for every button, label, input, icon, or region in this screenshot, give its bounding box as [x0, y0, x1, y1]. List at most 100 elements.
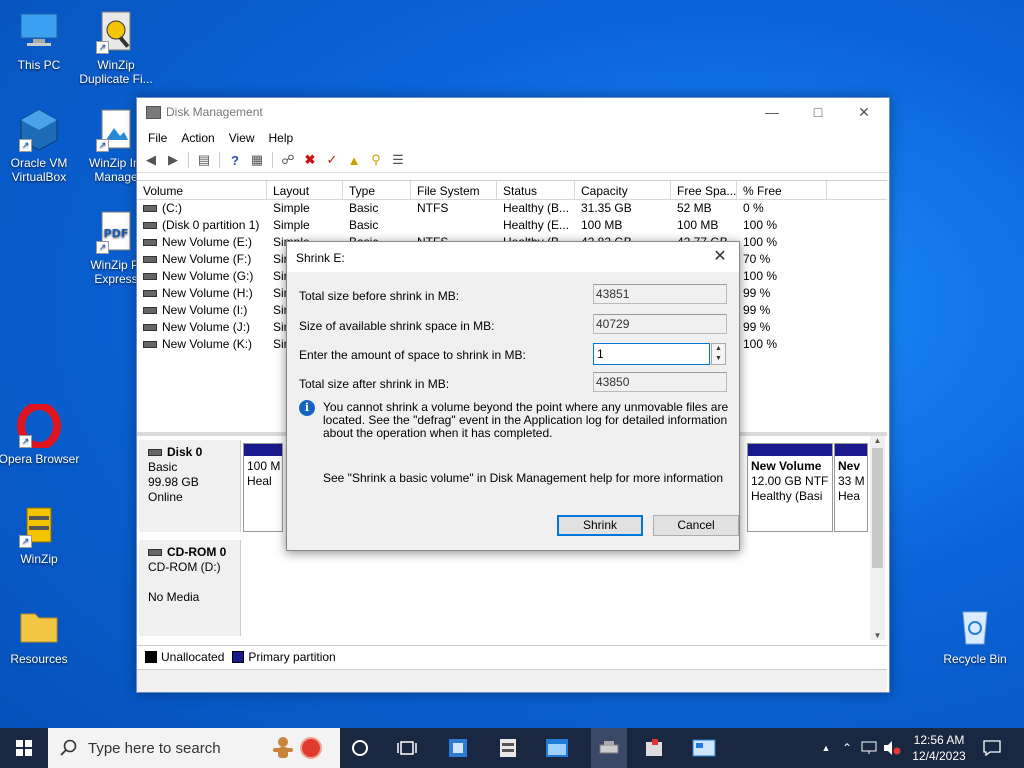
taskbar-clock[interactable]: 12:56 AM 12/4/2023	[906, 732, 972, 764]
menu-action[interactable]: Action	[174, 126, 221, 148]
cdrom-label[interactable]: CD-ROM 0 CD-ROM (D:) No Media	[139, 540, 241, 636]
desktop-icon-label: WinZip	[20, 552, 58, 566]
cell-layout: Simple	[273, 218, 310, 232]
menu-help[interactable]: Help	[262, 126, 301, 148]
table-row[interactable]: (C:) Simple Basic NTFS Healthy (B... 31.35 GB…	[137, 200, 887, 217]
task-view-icon[interactable]	[395, 736, 419, 760]
maximize-button[interactable]: □	[795, 98, 841, 126]
app-icon-2[interactable]	[496, 736, 520, 760]
dialog-close-button[interactable]: ✕	[709, 247, 731, 267]
forward-arrow-icon[interactable]: ▶	[163, 151, 183, 169]
search-folder-icon[interactable]: ⚲	[366, 151, 386, 169]
disk-management-taskbar-icon[interactable]	[591, 728, 627, 768]
shortcut-arrow-icon: ↗	[96, 41, 109, 54]
shrink-dialog: Shrink E: ✕ Total size before shrink in …	[286, 241, 740, 551]
notifications-icon[interactable]	[980, 736, 1004, 760]
task-view-circle-icon[interactable]	[348, 736, 372, 760]
column-percent-free[interactable]: % Free	[737, 181, 827, 199]
folder-icon	[17, 604, 61, 648]
up-folder-icon[interactable]: ▲	[344, 151, 364, 169]
disk0-size: 99.98 GB	[148, 475, 199, 489]
connect-icon[interactable]: ☍	[278, 151, 298, 169]
opera-icon: ↗	[17, 402, 61, 450]
check-icon[interactable]: ✓	[322, 151, 342, 169]
table-row[interactable]: (Disk 0 partition 1) Simple Basic Healthy (…	[137, 217, 887, 234]
desktop-icon-opera[interactable]: ↗ Opera Browser	[0, 402, 81, 466]
start-button[interactable]	[0, 728, 48, 768]
disk0-state: Online	[148, 490, 183, 504]
shrink-amount-input[interactable]	[593, 343, 710, 365]
cancel-button[interactable]: Cancel	[653, 515, 739, 536]
cell-volume: New Volume (J:)	[137, 319, 267, 336]
cell-status: Healthy (B...	[503, 201, 570, 215]
delete-icon[interactable]: ✖	[300, 151, 320, 169]
column-file-system[interactable]: File System	[411, 181, 497, 199]
dialog-title-bar[interactable]: Shrink E: ✕	[287, 242, 739, 272]
dialog-title: Shrink E:	[296, 251, 345, 265]
properties-icon[interactable]: ▦	[247, 151, 267, 169]
info-text: You cannot shrink a volume beyond the po…	[323, 400, 729, 440]
partition-new-volume[interactable]: New Volume 12.00 GB NTF Healthy (Basi	[747, 443, 833, 532]
desktop-icon-winzip[interactable]: ↗ WinZip	[0, 504, 81, 566]
title-bar[interactable]: Disk Management — □ ✕	[137, 98, 889, 126]
status-bar	[137, 669, 887, 692]
column-free-space[interactable]: Free Spa...	[671, 181, 737, 199]
disk0-type: Basic	[148, 460, 178, 474]
cell-percent-free: 99 %	[743, 320, 771, 334]
cell-status: Healthy (E...	[503, 218, 570, 232]
column-status[interactable]: Status	[497, 181, 575, 199]
column-layout[interactable]: Layout	[267, 181, 343, 199]
volume-muted-icon[interactable]	[882, 736, 902, 760]
app-icon-3[interactable]	[642, 736, 666, 760]
taskbar: Type here to search ▲ ⌃ 12:56 AM 12/4/20…	[0, 728, 1024, 768]
calendar-app-icon[interactable]	[545, 736, 569, 760]
console-tree-icon[interactable]: ▤	[194, 151, 214, 169]
taskbar-scroll-icon[interactable]: ▲	[818, 736, 834, 760]
cell-file-system	[411, 217, 497, 234]
cell-percent-free: 100 %	[743, 235, 778, 249]
scroll-down-icon[interactable]: ▼	[870, 631, 885, 640]
minimize-button[interactable]: —	[749, 98, 795, 126]
shrink-button[interactable]: Shrink	[557, 515, 643, 536]
cell-percent-free: 0 %	[743, 201, 764, 215]
cell-percent-free: 100 %	[743, 337, 778, 351]
cell-percent-free: 100 %	[743, 218, 778, 232]
column-type[interactable]: Type	[343, 181, 411, 199]
desktop-icon-winzip-duplicate[interactable]: ↗ WinZip Duplicate Fi...	[74, 10, 158, 86]
monitor-icon	[17, 10, 61, 54]
desktop-icon-label: Resources	[10, 652, 68, 666]
back-arrow-icon[interactable]: ◀	[141, 151, 161, 169]
spin-down-icon[interactable]: ▼	[712, 354, 725, 364]
spin-up-icon[interactable]: ▲	[712, 344, 725, 354]
taskbar-search[interactable]: Type here to search	[48, 728, 340, 768]
desktop-icon-recycle-bin[interactable]: Recycle Bin	[933, 604, 1017, 666]
app-icon-4[interactable]	[692, 736, 716, 760]
column-volume[interactable]: Volume	[137, 181, 267, 199]
total-before-value: 43851	[593, 284, 727, 304]
disk0-label[interactable]: Disk 0 Basic 99.98 GB Online	[139, 440, 241, 532]
network-icon[interactable]	[860, 736, 878, 760]
partition-last[interactable]: Nev 33 M Hea	[834, 443, 868, 532]
desktop-icon-virtualbox[interactable]: ↗ Oracle VM VirtualBox	[0, 108, 81, 184]
list-icon[interactable]: ☰	[388, 151, 408, 169]
windows-logo-icon	[16, 740, 32, 756]
desktop-icon-resources[interactable]: Resources	[0, 604, 81, 666]
menu-file[interactable]: File	[141, 126, 174, 148]
cdrom-icon	[148, 549, 162, 557]
recycle-bin-icon	[953, 604, 997, 648]
desktop-icon-this-pc[interactable]: This PC	[0, 10, 81, 72]
shortcut-arrow-icon: ↗	[19, 139, 32, 152]
legend-unallocated: Unallocated	[161, 649, 225, 664]
desktop-icon-label: WinZip Duplicate Fi...	[79, 58, 153, 86]
close-button[interactable]: ✕	[841, 98, 887, 126]
scroll-up-icon[interactable]: ▲	[870, 436, 885, 445]
help-icon[interactable]: ?	[225, 151, 245, 169]
column-capacity[interactable]: Capacity	[575, 181, 671, 199]
app-icon-1[interactable]	[446, 736, 470, 760]
partition-1[interactable]: 100 M Heal	[243, 443, 283, 532]
disk-map-scrollbar[interactable]: ▲ ▼	[870, 436, 885, 640]
menu-view[interactable]: View	[222, 126, 262, 148]
shrink-amount-stepper[interactable]: ▲ ▼	[711, 343, 726, 365]
show-hidden-icons-icon[interactable]: ⌃	[838, 736, 856, 760]
pdf-icon: PDF ↗	[94, 210, 138, 254]
